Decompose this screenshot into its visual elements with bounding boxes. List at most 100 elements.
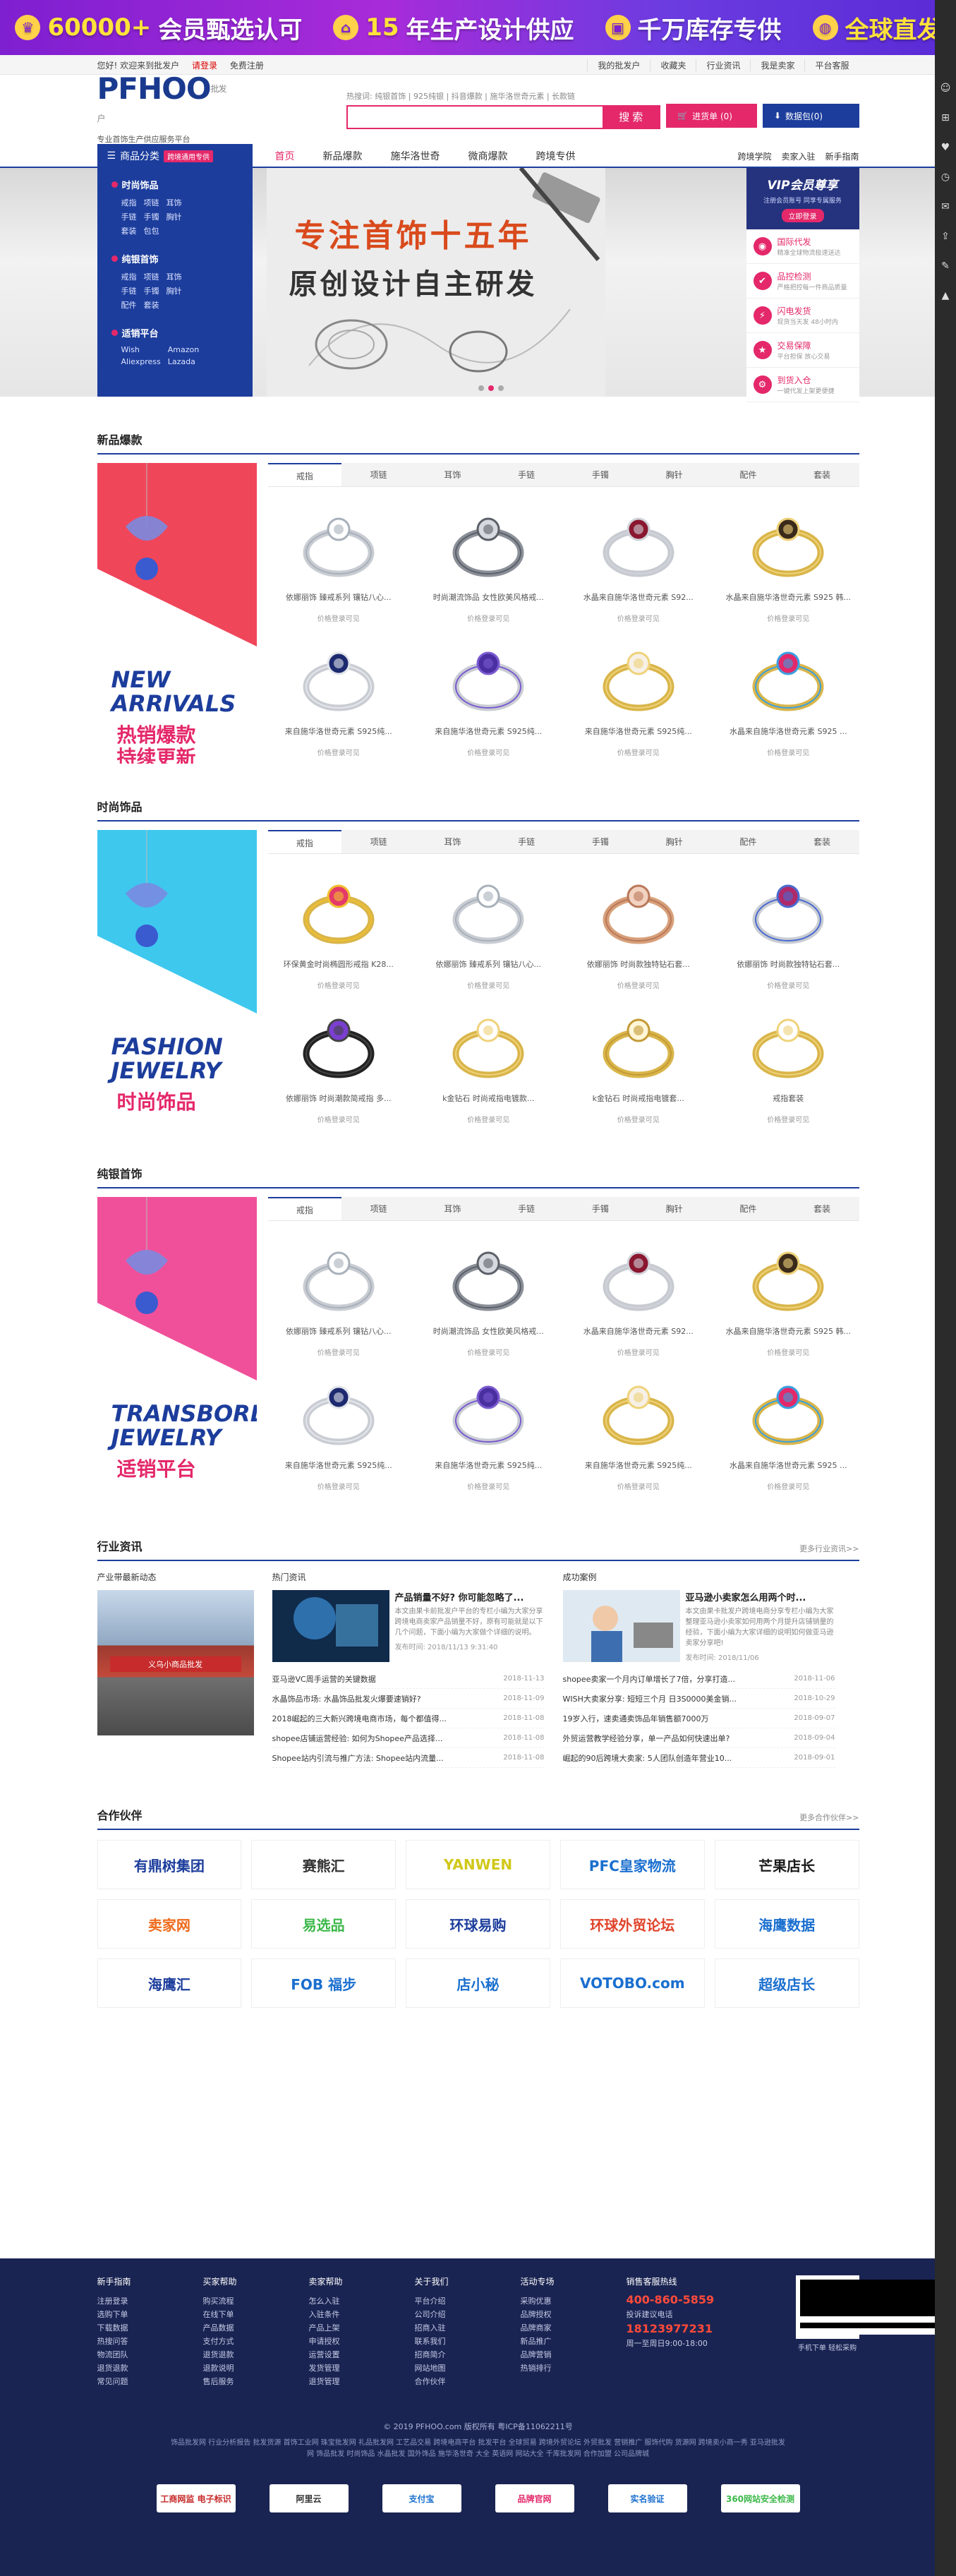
tab-3[interactable]: 手链 [490,463,564,486]
top-icon[interactable]: ▲ [935,285,956,306]
footer-link[interactable]: 联系我们 [415,2335,521,2348]
footer-link[interactable]: 品牌商家 [521,2321,627,2335]
product-name[interactable]: 依娜丽饰 时尚潮款简戒指 多... [268,1093,410,1104]
hot-keywords[interactable]: 热搜词: 纯银首饰 | 925纯银 | 抖音爆款 | 施华洛世奇元素 | 长款链 [346,90,660,102]
footer-link[interactable]: 注册登录 [97,2294,203,2308]
tab-6[interactable]: 配件 [711,830,785,853]
category-link[interactable]: 项链 [144,271,159,282]
category-link[interactable]: 手镯 [144,211,159,222]
footer-link[interactable]: 购买流程 [203,2294,309,2308]
footer-link[interactable]: 在线下单 [203,2308,309,2321]
footer-link[interactable]: 物流团队 [97,2348,203,2361]
category-link[interactable]: 胸针 [167,211,182,222]
tab-6[interactable]: 配件 [711,463,785,486]
nav-link-guide[interactable]: 新手指南 [825,150,859,162]
vip-login-button[interactable]: 立即登录 [781,209,824,222]
product-card[interactable]: 环保黄金时尚椭圆形戒指 K28... 价格登录可见 [268,862,410,997]
footer-link[interactable]: 支付方式 [203,2335,309,2348]
util-link-service[interactable]: 平台客服 [804,59,859,71]
product-card[interactable]: 依娜丽饰 时尚款独特钻石套... 价格登录可见 [568,862,710,997]
tab-4[interactable]: 手镯 [564,830,638,853]
product-card[interactable]: 来自施华洛世奇元素 S925纯... 价格登录可见 [418,630,559,764]
partner-logo[interactable]: 环球外贸论坛 [559,1899,705,1949]
product-name[interactable]: 水晶来自施华洛世奇元素 S925 ... [718,726,859,737]
tab-0[interactable]: 戒指 [267,830,342,853]
vip-item[interactable]: ⚡ 闪电发货 现货当天发 48小时内 [746,299,859,333]
category-link[interactable]: 耳饰 [167,197,182,208]
product-card[interactable]: 水晶来自施华洛世奇元素 S92... 价格登录可见 [568,495,710,630]
partner-logo[interactable]: 赛熊汇 [251,1840,397,1889]
news-item[interactable]: shopee店铺运营经验: 如何为Shopee产品选择... 2018-11-08 [272,1728,545,1748]
clock-icon[interactable]: ◷ [935,167,956,188]
footer-links[interactable]: 饰品批发网 行业分析报告 批发货源 首饰工业网 珠宝批发网 礼品批发网 工艺品交… [97,2438,859,2460]
partner-logo[interactable]: 有鼎树集团 [97,1840,242,1889]
product-name[interactable]: 来自施华洛世奇元素 S925纯... [568,726,710,737]
category-link[interactable]: 戒指 [121,271,137,282]
nav-item-swarovski[interactable]: 施华洛世奇 [377,149,454,163]
footer-link[interactable]: 品牌营销 [521,2348,627,2361]
product-card[interactable]: 来自施华洛世奇元素 S925纯... 价格登录可见 [268,630,410,764]
footer-link[interactable]: 申请授权 [309,2335,415,2348]
trust-badge[interactable]: 阿里云 [269,2484,349,2512]
product-name[interactable]: 来自施华洛世奇元素 S925纯... [568,1459,710,1471]
tab-5[interactable]: 胸针 [637,830,711,853]
partner-logo[interactable]: 环球易购 [406,1899,550,1949]
partner-logo[interactable]: 芒果店长 [714,1840,859,1889]
footer-link[interactable]: 运营设置 [309,2348,415,2361]
product-name[interactable]: 时尚潮流饰品 女性欧美风格戒... [418,1325,559,1337]
nav-item-new[interactable]: 新品爆款 [309,149,377,163]
category-link[interactable]: 手链 [121,285,137,296]
product-card[interactable]: 依娜丽饰 臻戒系列 镶钻八心... 价格登录可见 [268,1229,410,1364]
cart-icon[interactable]: ⊞ [935,107,956,128]
news-item[interactable]: Shopee站内引流与推广方法: Shopee站内流量... 2018-11-08 [272,1748,545,1768]
tab-1[interactable]: 项链 [341,463,416,486]
footer-link[interactable]: 产品上架 [309,2321,415,2335]
partner-logo[interactable]: 店小秘 [406,1958,550,2008]
category-link[interactable]: 耳饰 [167,271,182,282]
tab-4[interactable]: 手镯 [564,463,638,486]
footer-link[interactable]: 招商简介 [415,2348,521,2361]
footer-link[interactable]: 退货管理 [309,2375,415,2388]
category-link[interactable]: 戒指 [121,197,137,208]
news-item[interactable]: 水晶饰品市场: 水晶饰品批发火爆要速销好? 2018-11-09 [272,1689,545,1709]
news-item-title[interactable]: 水晶饰品市场: 水晶饰品批发火爆要速销好? [272,1693,421,1704]
product-name[interactable]: 水晶来自施华洛世奇元素 S925 韩... [718,591,859,603]
product-card[interactable]: 依娜丽饰 时尚潮款简戒指 多... 价格登录可见 [268,997,410,1131]
tab-7[interactable]: 套装 [785,1197,859,1220]
product-card[interactable]: 水晶来自施华洛世奇元素 S92... 价格登录可见 [568,1229,710,1364]
category-link[interactable]: 项链 [144,197,159,208]
news-item-title[interactable]: 外贸运营教学经验分享，单一产品如何快速出单? [563,1733,730,1744]
register-link[interactable]: 免费注册 [230,61,264,71]
product-card[interactable]: 水晶来自施华洛世奇元素 S925 韩... 价格登录可见 [718,1229,859,1364]
nav-item-home[interactable]: 首页 [261,149,309,163]
product-card[interactable]: k金钻石 时尚戒指电镀款... 价格登录可见 [418,997,559,1131]
news-item-title[interactable]: 崛起的90后跨境大卖家: 5人团队创造年营业10... [563,1752,732,1764]
product-name[interactable]: 来自施华洛世奇元素 S925纯... [268,1459,410,1471]
vip-item[interactable]: ◉ 国际代发 精准全球物流极速送达 [746,229,859,264]
tab-6[interactable]: 配件 [711,1197,785,1220]
product-card[interactable]: 依娜丽饰 时尚款独特钻石套... 价格登录可见 [718,862,859,997]
news-item-title[interactable]: shopee卖家一个月内订单增长了7倍，分享打造... [563,1673,735,1685]
footer-link[interactable]: 退货退款 [203,2348,309,2361]
news-item-title[interactable]: shopee店铺运营经验: 如何为Shopee产品选择... [272,1733,443,1744]
footer-link[interactable]: 热销排行 [521,2361,627,2375]
share-icon[interactable]: ⇪ [935,226,956,247]
product-name[interactable]: 水晶来自施华洛世奇元素 S925 ... [718,1459,859,1471]
category-title[interactable]: 适销平台 [122,326,159,339]
tab-7[interactable]: 套装 [785,830,859,853]
product-name[interactable]: 时尚潮流饰品 女性欧美风格戒... [418,591,559,603]
footer-link[interactable]: 网站地图 [415,2361,521,2375]
category-link[interactable]: 胸针 [167,285,182,296]
data-pack-button[interactable]: ⬇ 数据包(0) [762,104,859,128]
partner-logo[interactable]: YANWEN [406,1840,550,1889]
product-name[interactable]: 依娜丽饰 臻戒系列 镶钻八心... [268,591,410,603]
news-more-link[interactable]: 更多行业资讯>> [799,1543,859,1554]
product-card[interactable]: 来自施华洛世奇元素 S925纯... 价格登录可见 [568,1364,710,1498]
nav-item-crossborder[interactable]: 跨境专供 [522,149,590,163]
tab-5[interactable]: 胸针 [637,463,711,486]
product-card[interactable]: 时尚潮流饰品 女性欧美风格戒... 价格登录可见 [418,1229,559,1364]
category-link[interactable]: 手镯 [144,285,159,296]
product-name[interactable]: 水晶来自施华洛世奇元素 S92... [568,1325,710,1337]
product-card[interactable]: 水晶来自施华洛世奇元素 S925 ... 价格登录可见 [718,1364,859,1498]
partner-logo[interactable]: PFC皇家物流 [559,1840,705,1889]
